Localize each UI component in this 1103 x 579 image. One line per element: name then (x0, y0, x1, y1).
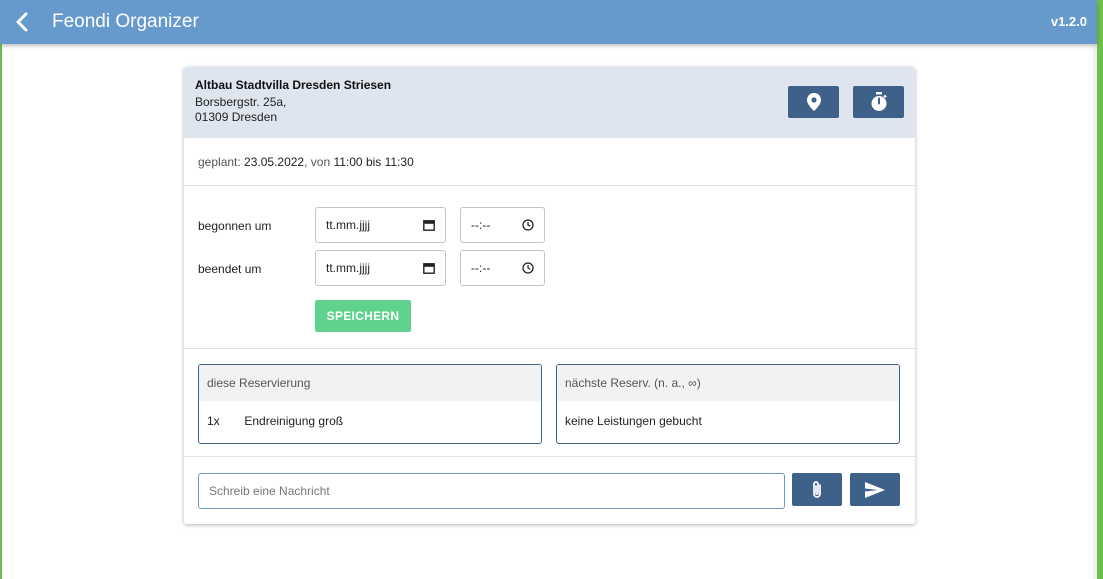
clock-icon[interactable] (522, 219, 534, 231)
planned-from-word: , von (304, 155, 331, 169)
next-reservation-box: nächste Reserv. (n. a., ∞) keine Leistun… (556, 364, 900, 444)
started-label: begonnen um (198, 219, 272, 233)
app-bar: Feondi Organizer v1.2.0 (0, 0, 1097, 44)
ended-time-input[interactable]: --:-- (460, 250, 545, 286)
ended-date-input[interactable]: tt.mm.jjjj (315, 250, 446, 286)
save-button[interactable]: SPEICHERN (315, 300, 411, 332)
current-reservation-box: diese Reservierung 1x Endreinigung groß (198, 364, 542, 444)
message-composer (184, 457, 915, 524)
scrollbar-track[interactable] (1093, 44, 1097, 579)
property-header: Altbau Stadtvilla Dresden Striesen Borsb… (184, 67, 915, 138)
planned-label: geplant: (198, 155, 241, 169)
next-reservation-title: nächste Reserv. (n. a., ∞) (557, 365, 899, 401)
appointment-card: Altbau Stadtvilla Dresden Striesen Borsb… (184, 67, 915, 524)
window-edge-left (0, 44, 2, 579)
reservations-section: diese Reservierung 1x Endreinigung groß … (184, 349, 915, 457)
ended-label: beendet um (198, 262, 262, 276)
back-button[interactable] (0, 0, 44, 44)
planned-time: geplant: 23.05.2022, von 11:00 bis 11:30 (184, 138, 915, 186)
stopwatch-button[interactable] (853, 86, 904, 118)
planned-end: 11:30 (384, 155, 414, 169)
started-date-input[interactable]: tt.mm.jjjj (315, 207, 446, 243)
clock-icon[interactable] (522, 262, 534, 274)
stopwatch-icon (871, 92, 887, 111)
time-placeholder: --:-- (471, 218, 491, 232)
message-input[interactable] (198, 473, 785, 509)
planned-date: 23.05.2022 (244, 155, 305, 169)
calendar-icon[interactable] (423, 262, 435, 274)
time-placeholder: --:-- (471, 261, 491, 275)
location-button[interactable] (788, 86, 839, 118)
next-reservation-empty: keine Leistungen gebucht (565, 414, 702, 428)
service-qty: 1x (207, 414, 220, 428)
planned-start: 11:00 (333, 155, 363, 169)
date-placeholder: tt.mm.jjjj (326, 261, 370, 275)
actual-times-section: begonnen um tt.mm.jjjj --:-- beendet um … (184, 186, 915, 349)
date-placeholder: tt.mm.jjjj (326, 218, 370, 232)
current-reservation-title: diese Reservierung (199, 365, 541, 401)
attach-button[interactable] (792, 473, 842, 506)
app-title: Feondi Organizer (52, 11, 199, 32)
calendar-icon[interactable] (423, 219, 435, 231)
list-item: 1x Endreinigung groß (199, 401, 541, 441)
started-time-input[interactable]: --:-- (460, 207, 545, 243)
service-name: Endreinigung groß (244, 414, 344, 428)
chevron-left-icon (16, 12, 28, 32)
send-icon (865, 481, 885, 498)
planned-to-word: bis (365, 155, 382, 169)
send-button[interactable] (850, 473, 900, 506)
window-edge-right (1097, 0, 1103, 579)
map-pin-icon (806, 93, 821, 111)
app-version: v1.2.0 (1050, 14, 1087, 29)
paperclip-icon (813, 480, 821, 498)
